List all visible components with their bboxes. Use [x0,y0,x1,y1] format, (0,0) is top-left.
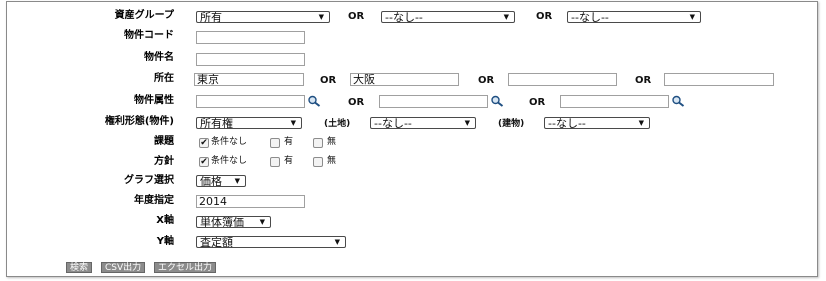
rights-label: 権利形態(物件) [104,116,174,127]
y-axis-label: Y軸 [156,236,174,247]
graph-select-label: グラフ選択 [124,175,174,186]
property-attr-input-1[interactable] [196,95,305,108]
csv-export-button[interactable]: CSV出力 [101,262,146,273]
asset-group-select-1[interactable]: 所有 ▼ [196,11,330,23]
property-attr-input-3[interactable] [560,95,669,108]
asset-group-select-2[interactable]: --なし-- ▼ [381,11,515,23]
y-axis-select[interactable]: 査定額 ▼ [196,236,346,248]
building-label: (建物) [498,119,525,129]
fiscal-year-label: 年度指定 [134,195,174,206]
policy-none-checkbox[interactable]: ✔ [199,157,209,167]
rights-land-select[interactable]: --なし-- ▼ [370,117,476,129]
x-axis-label: X軸 [156,215,174,226]
issues-no-checkbox[interactable] [313,138,323,148]
land-label: (土地) [324,119,351,129]
or-label: OR [635,75,652,86]
dropdown-arrow-icon: ▼ [638,119,644,127]
or-label: OR [320,75,337,86]
asset-group-select-3[interactable]: --なし-- ▼ [567,11,701,23]
location-input-4[interactable] [664,73,774,86]
property-code-label: 物件コード [124,30,174,41]
dropdown-arrow-icon: ▼ [318,13,324,21]
property-code-input[interactable] [196,31,305,44]
policy-yes-checkbox[interactable] [270,157,280,167]
search-icon[interactable] [671,95,685,107]
x-axis-select[interactable]: 単体簿価 ▼ [196,216,271,228]
asset-group-label: 資産グループ [114,10,174,21]
issues-yes-checkbox[interactable] [270,138,280,148]
dropdown-arrow-icon: ▼ [503,13,509,21]
excel-export-button[interactable]: エクセル出力 [154,262,217,273]
location-input-1[interactable]: 東京 [194,73,304,86]
graph-select[interactable]: 価格 ▼ [196,175,246,187]
dropdown-arrow-icon: ▼ [290,119,296,127]
dropdown-arrow-icon: ▼ [234,177,240,185]
search-icon[interactable] [490,95,504,107]
location-label: 所在 [154,73,174,84]
or-label: OR [529,97,546,108]
policy-no-label: 無 [327,156,337,166]
fiscal-year-input[interactable]: 2014 [196,195,305,208]
property-attr-input-2[interactable] [379,95,488,108]
search-button[interactable]: 検索 [66,262,93,273]
or-label: OR [348,11,365,22]
or-label: OR [478,75,495,86]
dropdown-arrow-icon: ▼ [464,119,470,127]
issues-none-checkbox[interactable]: ✔ [199,138,209,148]
rights-structure-select[interactable]: --なし-- ▼ [544,117,650,129]
issues-label: 課題 [154,136,174,147]
property-name-label: 物件名 [144,52,174,63]
policy-label: 方針 [154,156,174,167]
or-label: OR [536,11,553,22]
issues-yes-label: 有 [284,137,294,147]
property-name-input[interactable] [196,53,305,66]
rights-building-select[interactable]: 所有権 ▼ [196,117,302,129]
issues-none-label: 条件なし [211,137,248,147]
location-input-2[interactable]: 大阪 [350,73,459,86]
dropdown-arrow-icon: ▼ [689,13,695,21]
property-attr-label: 物件属性 [134,95,174,106]
dropdown-arrow-icon: ▼ [334,238,340,246]
location-input-3[interactable] [508,73,617,86]
or-label: OR [348,97,365,108]
policy-no-checkbox[interactable] [313,157,323,167]
dropdown-arrow-icon: ▼ [259,218,265,226]
policy-none-label: 条件なし [211,156,248,166]
issues-no-label: 無 [327,137,337,147]
search-icon[interactable] [307,95,321,107]
policy-yes-label: 有 [284,156,294,166]
